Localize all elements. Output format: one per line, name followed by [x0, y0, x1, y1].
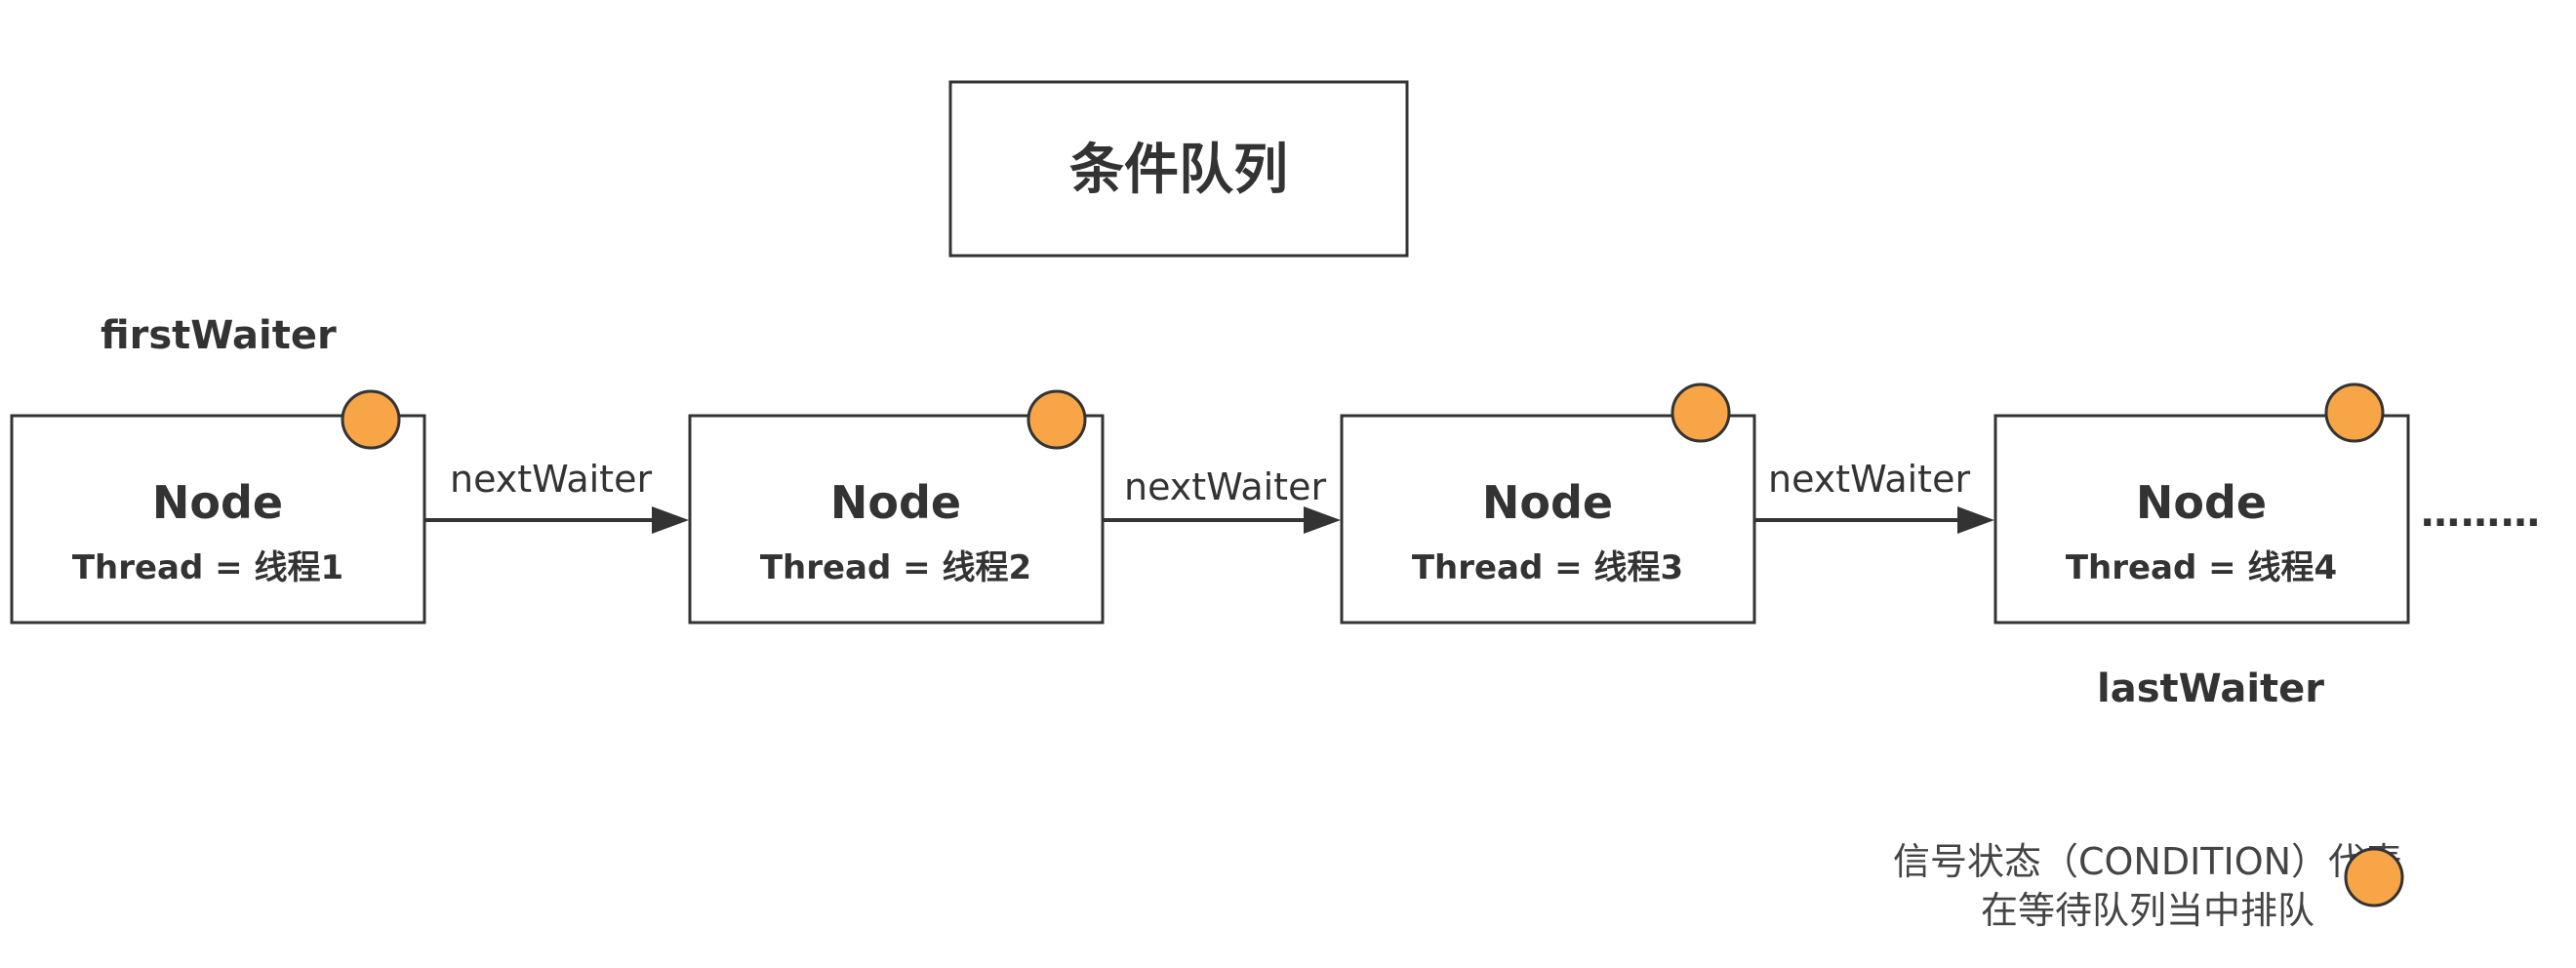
title-box: 条件队列: [948, 80, 1409, 258]
legend-line-2: 在等待队列当中排队: [1981, 889, 2314, 932]
last-waiter-label: lastWaiter: [2097, 666, 2324, 711]
edge-label: nextWaiter: [1124, 465, 1326, 508]
condition-queue-diagram: 条件队列 firstWaiter lastWaiter Node Thread …: [0, 0, 2576, 968]
node-label: Node: [2136, 476, 2267, 529]
orange-circle-icon: [1026, 389, 1087, 450]
node-thread-text: Thread = 线程1: [72, 548, 343, 587]
node-4: Node Thread = 线程4: [1993, 383, 2410, 625]
node-thread-text: Thread = 线程3: [1412, 548, 1683, 587]
edge-3: nextWaiter: [1754, 458, 1994, 534]
arrowhead-icon: [1304, 506, 1341, 534]
title-text: 条件队列: [1069, 139, 1288, 202]
diagram-svg: 条件队列 firstWaiter lastWaiter Node Thread …: [10, 80, 2541, 932]
edge-1: nextWaiter: [424, 458, 689, 534]
orange-circle-icon: [2324, 383, 2385, 443]
node-label: Node: [830, 476, 961, 529]
node-thread-text: Thread = 线程2: [760, 548, 1031, 587]
continuation-ellipsis: ………: [2421, 491, 2541, 536]
edge-label: nextWaiter: [450, 458, 652, 501]
node-3: Node Thread = 线程3: [1340, 383, 1756, 625]
node-1: Node Thread = 线程1: [10, 389, 426, 625]
legend: 信号状态（CONDITION）代表 在等待队列当中排队: [1893, 840, 2404, 932]
arrowhead-icon: [1957, 506, 1994, 534]
node-label: Node: [1482, 476, 1613, 529]
edge-label: nextWaiter: [1768, 458, 1970, 501]
arrowhead-icon: [652, 506, 689, 534]
node-thread-text: Thread = 线程4: [2066, 548, 2337, 587]
orange-circle-icon: [1670, 383, 1731, 443]
first-waiter-label: firstWaiter: [101, 313, 337, 358]
node-label: Node: [152, 476, 283, 529]
legend-line-1: 信号状态（CONDITION）代表: [1893, 840, 2402, 883]
node-2: Node Thread = 线程2: [688, 389, 1105, 625]
orange-circle-icon: [2344, 847, 2404, 908]
edge-2: nextWaiter: [1103, 465, 1341, 534]
orange-circle-icon: [341, 389, 401, 450]
